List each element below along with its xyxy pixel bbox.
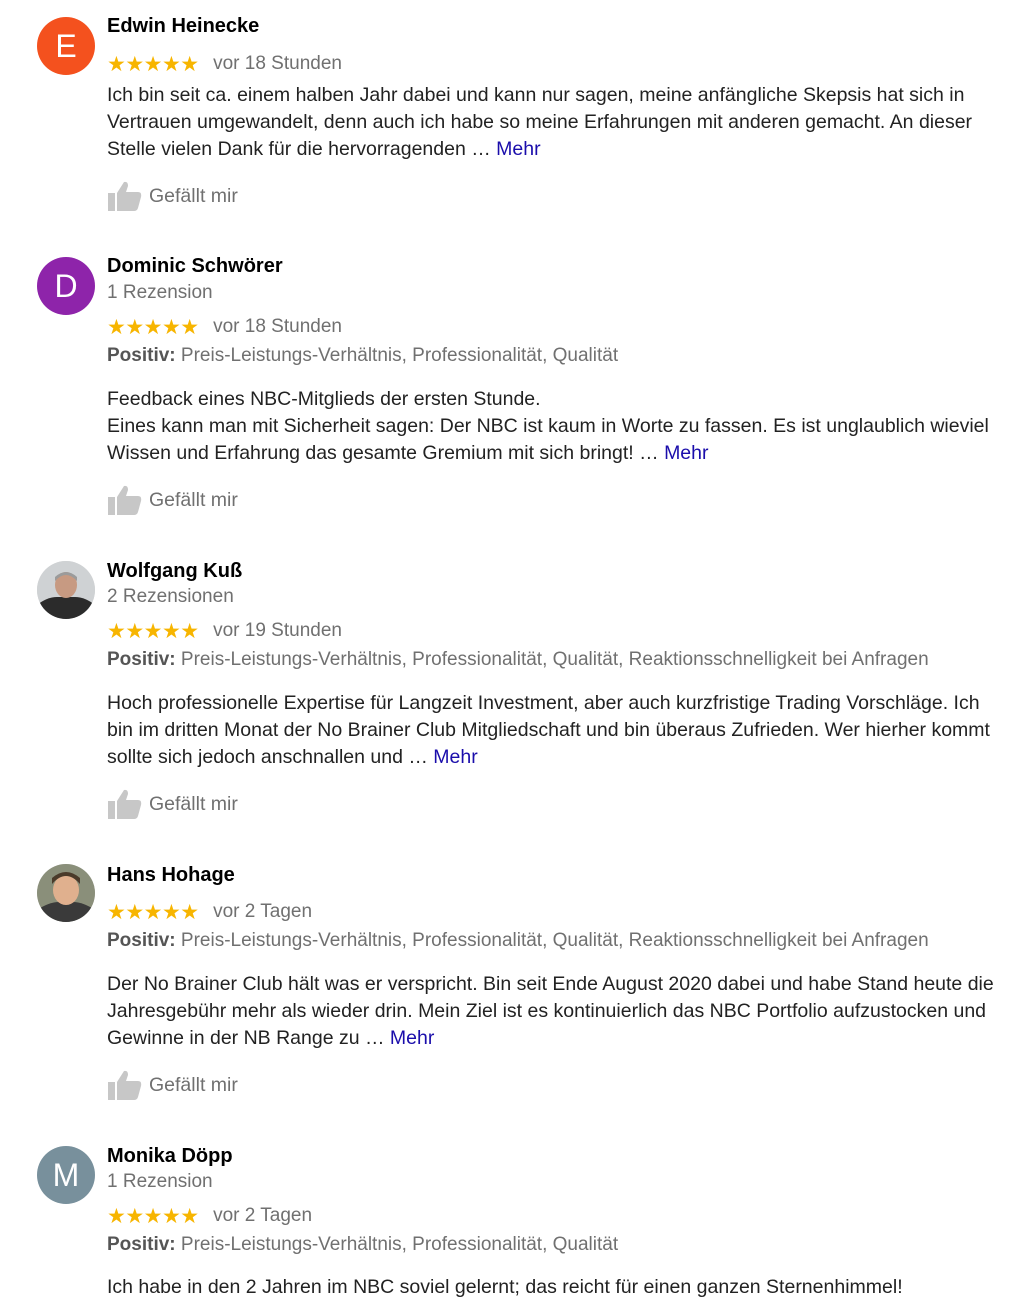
more-link[interactable]: Mehr [390,1027,434,1049]
review-time: vor 18 Stunden [213,53,342,74]
positive-label: Positiv: [107,1234,176,1255]
review-text: Der No Brainer Club hält was er verspric… [107,971,1002,1052]
star-rating: ★★★★★ [107,315,199,339]
like-label: Gefällt mir [149,184,238,207]
star-rating: ★★★★★ [107,1204,199,1228]
review-text-line: Der No Brainer Club hält was er verspric… [107,973,994,1049]
more-link[interactable]: Mehr [496,138,540,160]
review-time: vor 18 Stunden [213,316,342,337]
positive-items: Preis-Leistungs-Verhältnis, Professional… [180,345,619,366]
rating-row: ★★★★★ vor 2 Tagen [107,1204,312,1228]
reviewer-name[interactable]: Edwin Heinecke [107,15,259,38]
positive-label: Positiv: [107,649,176,670]
star-rating: ★★★★★ [107,52,199,76]
thumbs-up-icon [108,181,142,211]
positive-items: Preis-Leistungs-Verhältnis, Professional… [180,930,929,951]
rating-row: ★★★★★ vor 2 Tagen [107,900,312,924]
review-text: Hoch professionelle Expertise für Langze… [107,690,1002,771]
review-count[interactable]: 2 Rezensionen [107,586,234,608]
more-link[interactable]: Mehr [664,442,708,464]
reviewer-name[interactable]: Monika Döpp [107,1145,233,1168]
reviewer-name[interactable]: Hans Hohage [107,864,235,887]
positive-items: Preis-Leistungs-Verhältnis, Professional… [180,1234,619,1255]
positive-items: Preis-Leistungs-Verhältnis, Professional… [180,649,929,670]
like-button[interactable]: Gefällt mir [107,180,238,214]
review-text-line: Ich habe in den 2 Jahren im NBC soviel g… [107,1276,903,1298]
like-button[interactable]: Gefällt mir [107,1069,238,1103]
review-count[interactable]: 1 Rezension [107,1171,213,1193]
like-label: Gefällt mir [149,792,238,815]
rating-row: ★★★★★ vor 18 Stunden [107,52,342,76]
thumbs-up-icon [108,1070,142,1100]
positive-attributes: Positiv: Preis-Leistungs-Verhältnis, Pro… [107,930,929,952]
review-text: Feedback eines NBC-Mitglieds der ersten … [107,386,1002,467]
profile-photo-icon [37,864,95,922]
review-time: vor 2 Tagen [213,901,313,922]
review-text: Ich bin seit ca. einem halben Jahr dabei… [107,82,1002,163]
reviewer-name[interactable]: Dominic Schwörer [107,255,283,278]
profile-photo-icon [37,561,95,619]
like-label: Gefällt mir [149,488,238,511]
review-count[interactable]: 1 Rezension [107,282,213,304]
avatar[interactable] [37,864,95,922]
rating-row: ★★★★★ vor 18 Stunden [107,315,342,339]
positive-attributes: Positiv: Preis-Leistungs-Verhältnis, Pro… [107,345,618,367]
rating-row: ★★★★★ vor 19 Stunden [107,619,342,643]
star-rating: ★★★★★ [107,619,199,643]
more-link[interactable]: Mehr [433,746,477,768]
like-button[interactable]: Gefällt mir [107,484,238,518]
avatar[interactable]: D [37,257,95,315]
avatar[interactable]: E [37,17,95,75]
reviewer-name[interactable]: Wolfgang Kuß [107,560,242,583]
thumbs-up-icon [108,485,142,515]
review-text-line: Feedback eines NBC-Mitglieds der ersten … [107,388,541,410]
review-text: Ich habe in den 2 Jahren im NBC soviel g… [107,1274,1002,1301]
thumbs-up-icon [108,789,142,819]
avatar[interactable] [37,561,95,619]
review-text-line: Hoch professionelle Expertise für Langze… [107,692,990,768]
positive-label: Positiv: [107,345,176,366]
review-text-line: Eines kann man mit Sicherheit sagen: Der… [107,415,989,464]
review-time: vor 19 Stunden [213,620,342,641]
avatar[interactable]: M [37,1146,95,1204]
review-time: vor 2 Tagen [213,1205,313,1226]
star-rating: ★★★★★ [107,900,199,924]
positive-attributes: Positiv: Preis-Leistungs-Verhältnis, Pro… [107,1234,618,1256]
positive-label: Positiv: [107,930,176,951]
positive-attributes: Positiv: Preis-Leistungs-Verhältnis, Pro… [107,649,929,671]
like-label: Gefällt mir [149,1073,238,1096]
like-button[interactable]: Gefällt mir [107,788,238,822]
